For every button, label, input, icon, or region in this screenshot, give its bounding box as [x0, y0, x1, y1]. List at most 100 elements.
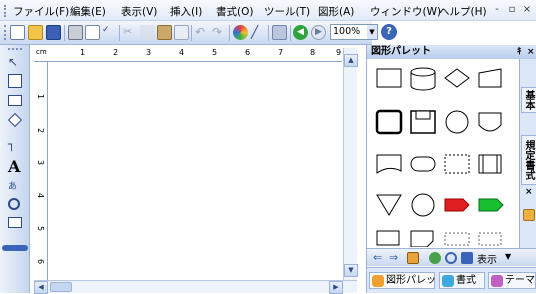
- zoom-tool-icon[interactable]: [8, 198, 20, 210]
- horizontal-ruler: cm 1 2 3 4 5 6 7 8 9: [34, 48, 342, 62]
- ruler-h-tick: 6: [245, 48, 251, 57]
- zoom-select[interactable]: 100% ▼: [330, 24, 378, 40]
- shape-triangle[interactable]: [376, 194, 402, 216]
- shape-folded-corner[interactable]: [410, 230, 434, 248]
- close-button[interactable]: ×: [520, 3, 534, 17]
- tab-theme[interactable]: テーマ: [488, 272, 536, 289]
- tab-theme-label: テーマ: [505, 275, 535, 286]
- menu-window[interactable]: ウィンドウ(W): [370, 4, 441, 19]
- scroll-left-icon[interactable]: ◀: [34, 281, 48, 294]
- hscroll-thumb[interactable]: [50, 282, 72, 292]
- shape-red-arrow[interactable]: [444, 198, 470, 212]
- arrow-right-icon[interactable]: ⇒: [389, 251, 398, 264]
- shape-cylinder[interactable]: [410, 67, 436, 91]
- forward-icon[interactable]: ▶: [311, 25, 326, 40]
- menu-view[interactable]: 表示(V): [121, 4, 157, 19]
- shape-dashed-rectangle[interactable]: [444, 154, 470, 174]
- zoom-value: 100%: [333, 26, 361, 37]
- palette-menu-icon[interactable]: ｷ: [517, 45, 522, 59]
- shape-open-box[interactable]: [376, 230, 400, 246]
- shape-dashed-small-2[interactable]: [478, 232, 502, 246]
- pointer-icon[interactable]: ↖: [8, 55, 22, 69]
- spellcheck-icon[interactable]: ✓: [102, 25, 117, 40]
- shape-circle[interactable]: [445, 110, 469, 134]
- scroll-up-icon[interactable]: ▲: [344, 54, 358, 67]
- drawing-toolbar-grip[interactable]: [8, 48, 22, 50]
- toolbar-grip[interactable]: [4, 25, 7, 40]
- chevron-down-icon[interactable]: ▼: [367, 25, 377, 39]
- print-preview-icon[interactable]: [85, 25, 100, 40]
- ruler-h-tick: 3: [146, 48, 152, 57]
- tab-shape-palette[interactable]: 図形パレット: [369, 272, 446, 289]
- palette-bottom-tabs: 図形パレット 書式 テーマ: [367, 267, 536, 293]
- drawing-canvas[interactable]: [49, 62, 342, 280]
- page-icon[interactable]: [8, 217, 22, 228]
- save-icon[interactable]: [46, 25, 61, 40]
- arrow-left-icon[interactable]: ⇐: [373, 251, 382, 264]
- shape-rectangle[interactable]: [376, 68, 402, 88]
- minimize-button[interactable]: -: [490, 3, 504, 17]
- print-icon[interactable]: [68, 25, 83, 40]
- horizontal-scrollbar[interactable]: ◀ ▶: [34, 280, 357, 294]
- redo-icon[interactable]: ↷: [212, 25, 227, 40]
- undo-icon[interactable]: ↶: [195, 25, 210, 40]
- shape-terminator[interactable]: [410, 156, 436, 172]
- tab-format[interactable]: 書式: [439, 272, 485, 289]
- menu-file[interactable]: ファイル(F): [13, 4, 69, 19]
- shape-manual-input[interactable]: [478, 68, 502, 88]
- restore-button[interactable]: ▫: [505, 3, 519, 17]
- shape-floppy-save[interactable]: [410, 110, 436, 134]
- color-palette-icon[interactable]: [233, 25, 248, 40]
- menu-shape[interactable]: 図形(A): [318, 4, 354, 19]
- menu-edit[interactable]: 編集(E): [70, 4, 106, 19]
- delete-icon[interactable]: [461, 252, 473, 264]
- pen-icon[interactable]: ╱: [251, 25, 266, 40]
- menu-insert[interactable]: 挿入(I): [170, 4, 202, 19]
- format-painter-icon[interactable]: [174, 25, 189, 40]
- palette-close-icon[interactable]: ×: [527, 45, 535, 59]
- new-icon[interactable]: [10, 25, 25, 40]
- ruler-v-tick: 5: [36, 225, 46, 232]
- text-vertical-icon[interactable]: あ: [8, 179, 22, 193]
- scroll-right-icon[interactable]: ▶: [329, 281, 343, 294]
- tab-basic[interactable]: 基本: [521, 87, 536, 113]
- help-icon[interactable]: ?: [381, 24, 397, 40]
- vertical-scrollbar[interactable]: ▲ ▼: [343, 48, 358, 280]
- side-tab-extra-icon[interactable]: [523, 209, 535, 221]
- side-tab-close-icon[interactable]: ×: [525, 187, 533, 197]
- toolbar-expand-handle[interactable]: [2, 245, 28, 251]
- find-icon[interactable]: [445, 252, 457, 264]
- tab-default-format[interactable]: 規定書式: [521, 135, 536, 185]
- palette-shapes-icon[interactable]: [429, 252, 441, 264]
- diamond-icon[interactable]: [7, 112, 23, 128]
- folder-icon[interactable]: [407, 252, 419, 264]
- shape-palette-panel: 図形パレット ｷ × 基本 規定書式 × ⇐ ⇒ 表示 ▼ 図形パレット 書式 …: [366, 45, 536, 293]
- shape-circle-2[interactable]: [411, 193, 435, 217]
- open-icon[interactable]: [28, 25, 43, 40]
- menu-tools[interactable]: ツール(T): [264, 4, 310, 19]
- chevron-down-icon[interactable]: ▼: [505, 252, 511, 261]
- text-tool-icon[interactable]: A: [8, 157, 22, 176]
- paste-icon[interactable]: [157, 25, 172, 40]
- grid-icon[interactable]: [272, 25, 287, 40]
- shape-off-page[interactable]: [478, 112, 502, 132]
- copy-icon[interactable]: [140, 25, 155, 40]
- shape-green-arrow[interactable]: [478, 198, 504, 212]
- cut-icon[interactable]: ✂: [123, 25, 138, 40]
- menu-grip[interactable]: [4, 5, 7, 17]
- line-connector-icon[interactable]: ┐: [8, 137, 22, 151]
- rectangle-icon[interactable]: [8, 95, 22, 106]
- shape-document[interactable]: [376, 154, 402, 174]
- ruler-v-tick: 2: [36, 127, 46, 134]
- menu-help[interactable]: ヘルプ(H): [439, 4, 487, 19]
- connector-box-icon[interactable]: [8, 74, 22, 88]
- palette-side-tabs: 基本 規定書式 ×: [519, 59, 536, 259]
- display-button[interactable]: 表示: [477, 251, 497, 266]
- shape-rounded-square-bold[interactable]: [375, 109, 403, 135]
- back-icon[interactable]: ◀: [293, 25, 308, 40]
- shape-diamond[interactable]: [444, 68, 470, 88]
- shape-process-bars[interactable]: [478, 154, 502, 174]
- menu-format[interactable]: 書式(O): [216, 4, 253, 19]
- scroll-down-icon[interactable]: ▼: [344, 264, 358, 277]
- shape-dashed-small[interactable]: [444, 232, 470, 246]
